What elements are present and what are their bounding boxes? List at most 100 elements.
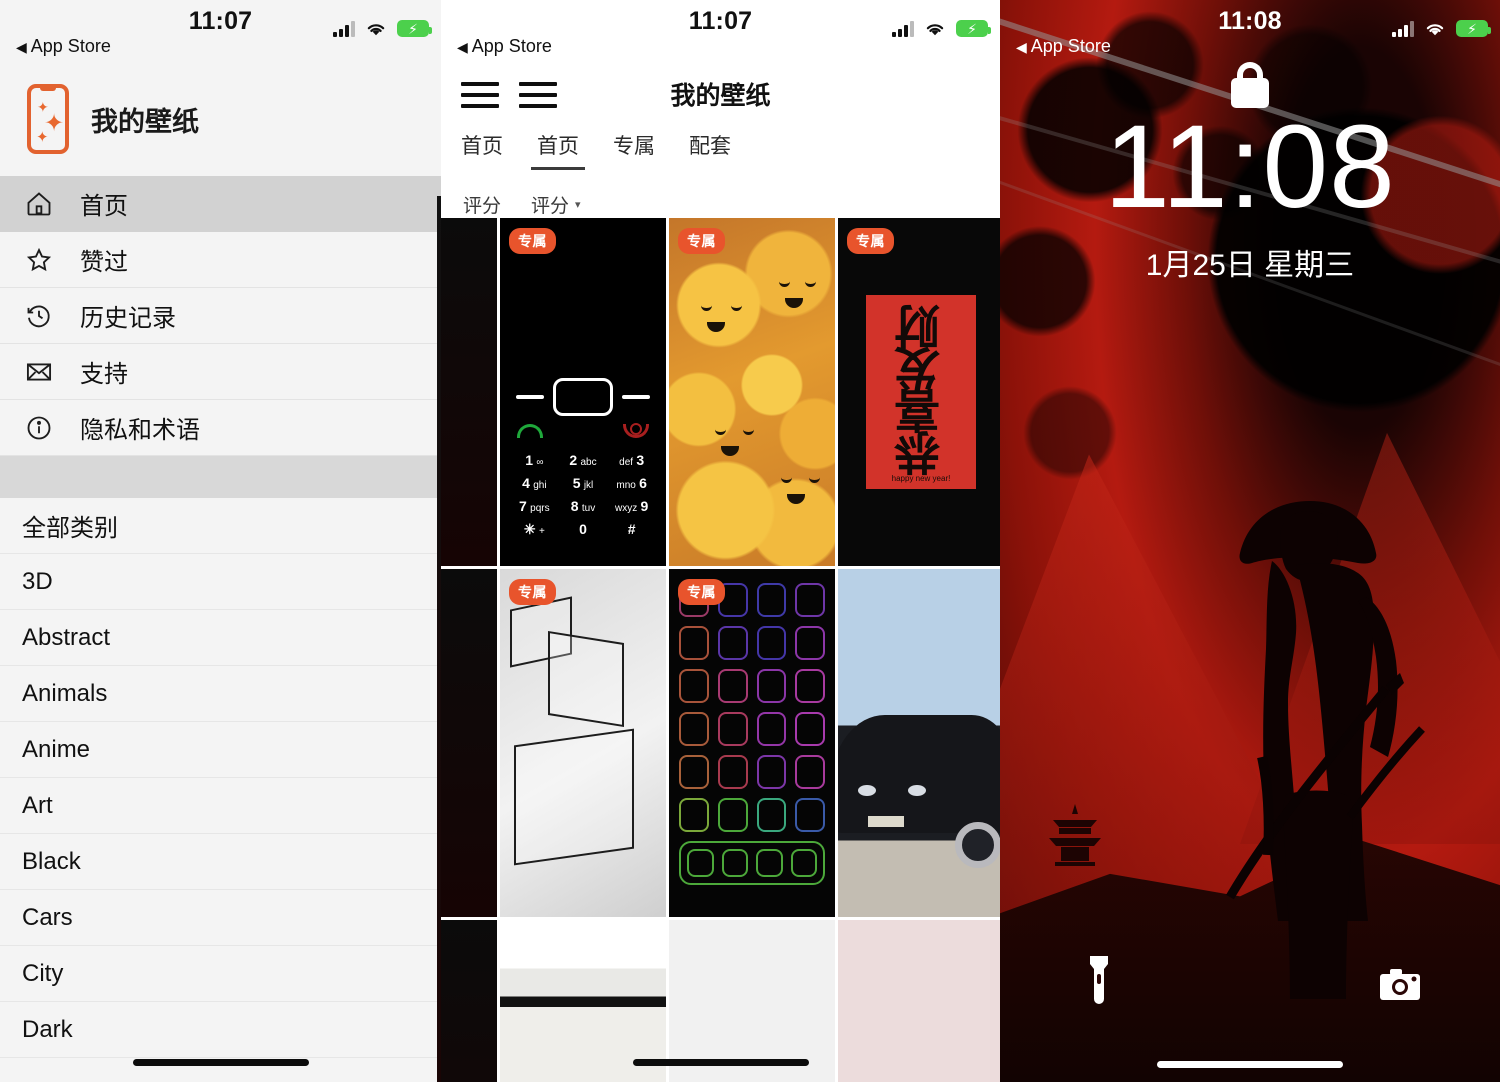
- wallpaper-tile-white-wall[interactable]: [500, 920, 666, 1082]
- status-bar-time: 11:07: [688, 7, 753, 35]
- battery-charging-icon: ⚡: [956, 20, 991, 37]
- sidebar-item-history[interactable]: 历史记录: [0, 288, 441, 344]
- neon-slot: [756, 626, 787, 660]
- tab-exclusive[interactable]: 专属: [613, 124, 655, 160]
- category-item-cars[interactable]: Cars: [0, 890, 441, 946]
- wallpaper-tile-blank[interactable]: [669, 920, 835, 1082]
- category-item-black[interactable]: Black: [0, 834, 441, 890]
- sidebar-item-privacy[interactable]: 隐私和术语: [0, 400, 441, 456]
- call-row: [500, 424, 666, 446]
- sparkle-icon: ✦: [36, 129, 49, 146]
- ok-button-icon: [552, 378, 613, 417]
- home-indicator[interactable]: [132, 1059, 309, 1066]
- neon-slot: [795, 755, 825, 789]
- category-item-abstract[interactable]: Abstract: [0, 610, 441, 666]
- category-item-anime[interactable]: Anime: [0, 722, 441, 778]
- wallpaper-tile-keypad[interactable]: 专属 1 ∞ 2 abc def 3 4 ghi 5 jkl mno 6 7 p…: [500, 218, 666, 566]
- category-label: Abstract: [22, 623, 111, 651]
- category-item-all[interactable]: 全部类别: [0, 498, 441, 554]
- wallpaper-tile-silver-car[interactable]: [838, 920, 1000, 1082]
- home-indicator[interactable]: [1157, 1061, 1343, 1068]
- status-bar-icons: ⚡: [333, 20, 432, 37]
- keypad-key: 4 ghi: [522, 475, 547, 492]
- wallpaper-tile-cubes[interactable]: 专属: [500, 569, 666, 917]
- star-icon: [24, 245, 54, 275]
- category-item-dark[interactable]: Dark: [0, 1002, 441, 1058]
- status-bar-time: 11:07: [188, 7, 253, 35]
- signal-icon: [333, 20, 355, 37]
- status-bar-icons: ⚡: [892, 20, 991, 37]
- category-item-art[interactable]: Art: [0, 778, 441, 834]
- filter-rating-1[interactable]: 评分: [463, 191, 501, 218]
- emoji-mouth: [707, 322, 725, 332]
- wifi-icon: [1424, 21, 1446, 37]
- camera-icon[interactable]: [1378, 966, 1422, 1004]
- wallpaper-tile-neon-grid[interactable]: 专属: [669, 569, 835, 917]
- back-to-app-store[interactable]: ◀ App Store: [1016, 36, 1111, 57]
- neon-slot: [756, 712, 787, 746]
- sidebar-item-label: 支持: [80, 361, 128, 388]
- back-to-app-store[interactable]: ◀ App Store: [16, 36, 111, 57]
- neon-slot: [679, 798, 709, 832]
- tab-matching[interactable]: 配套: [689, 124, 731, 160]
- call-end-icon: [623, 424, 649, 439]
- tab-home-2[interactable]: 首页: [531, 124, 585, 170]
- neon-slot: [795, 626, 825, 660]
- keypad-key: 7 pqrs: [519, 498, 550, 515]
- logo-notch: [40, 87, 56, 91]
- pagoda-art: [1049, 803, 1101, 866]
- car-body: [838, 715, 1000, 834]
- back-arrow-icon: ◀: [1016, 38, 1027, 55]
- call-accept-icon: [517, 424, 543, 439]
- tab-home-1[interactable]: 首页: [461, 124, 503, 160]
- wallpaper-grid-scroll[interactable]: 专属 1 ∞ 2 abc def 3 4 ghi 5 jkl mno 6 7 p…: [441, 218, 1000, 1082]
- emoji-eye: [731, 304, 742, 311]
- wallpaper-tile-cutoff[interactable]: [441, 218, 497, 566]
- sidebar-item-support[interactable]: 支持: [0, 344, 441, 400]
- neon-dock-slot: [756, 849, 783, 877]
- flashlight-icon[interactable]: [1082, 952, 1116, 1004]
- wallpaper-tile-emoji[interactable]: 专属: [669, 218, 835, 566]
- wallpaper-grid-panel: 11:07 ◀ App Store ⚡ 我的壁纸 首页 首页 专属 配套 评分 …: [441, 0, 1000, 1082]
- sidebar-item-label: 首页: [80, 193, 128, 220]
- back-label: App Store: [471, 36, 552, 56]
- chevron-down-icon: ▾: [575, 198, 581, 211]
- category-label: Cars: [22, 903, 73, 931]
- back-to-app-store[interactable]: ◀ App Store: [457, 36, 552, 57]
- tab-bar: 首页 首页 专属 配套: [441, 124, 1000, 180]
- hamburger-icon[interactable]: [461, 82, 499, 108]
- keypad-key: 1 ∞: [525, 452, 544, 469]
- emoji-eye: [743, 428, 754, 435]
- app-header: ✦ ✦ ✦ 我的壁纸: [0, 62, 441, 176]
- screenshot-stage: 11:07 ◀ App Store ⚡ ✦ ✦ ✦ 我的壁纸 首页 赞过 历史记…: [0, 0, 1500, 1082]
- back-label: App Store: [1030, 36, 1111, 56]
- wallpaper-tile-new-year[interactable]: 专属 恭喜发财 happy new year!: [838, 218, 1000, 566]
- license-plate: [867, 815, 904, 827]
- neon-dock-slot: [790, 849, 817, 877]
- neon-slot: [717, 712, 748, 746]
- neon-slot: [756, 583, 787, 617]
- wallpaper-tile-cutoff[interactable]: [441, 920, 497, 1082]
- category-item-animals[interactable]: Animals: [0, 666, 441, 722]
- wallpaper-tile-bmw[interactable]: [838, 569, 1000, 917]
- filter-rating-dropdown[interactable]: 评分 ▾: [531, 191, 581, 218]
- neon-slot: [679, 712, 709, 746]
- keypad-numbers: 1 ∞ 2 abc def 3 4 ghi 5 jkl mno 6 7 pqrs…: [500, 446, 666, 538]
- wallpaper-grid: 专属 1 ∞ 2 abc def 3 4 ghi 5 jkl mno 6 7 p…: [441, 218, 1000, 1082]
- status-bar: 11:08 ◀ App Store ⚡: [1000, 0, 1500, 62]
- battery-charging-icon: ⚡: [397, 20, 432, 37]
- home-indicator[interactable]: [632, 1059, 809, 1066]
- keypad-soft-row: [500, 378, 666, 424]
- hamburger-icon[interactable]: [519, 82, 557, 108]
- neon-slot: [795, 712, 825, 746]
- sidebar-item-liked[interactable]: 赞过: [0, 232, 441, 288]
- sidebar-item-home[interactable]: 首页: [0, 176, 441, 232]
- wallpaper-tile-cutoff[interactable]: [441, 569, 497, 917]
- neon-slot: [756, 798, 787, 832]
- category-item-3d[interactable]: 3D: [0, 554, 441, 610]
- signal-icon: [892, 20, 914, 37]
- category-label: 全部类别: [22, 515, 118, 542]
- category-item-city[interactable]: City: [0, 946, 441, 1002]
- category-list: 全部类别 3D Abstract Animals Anime Art Black…: [0, 498, 441, 1058]
- neon-slot: [795, 669, 825, 703]
